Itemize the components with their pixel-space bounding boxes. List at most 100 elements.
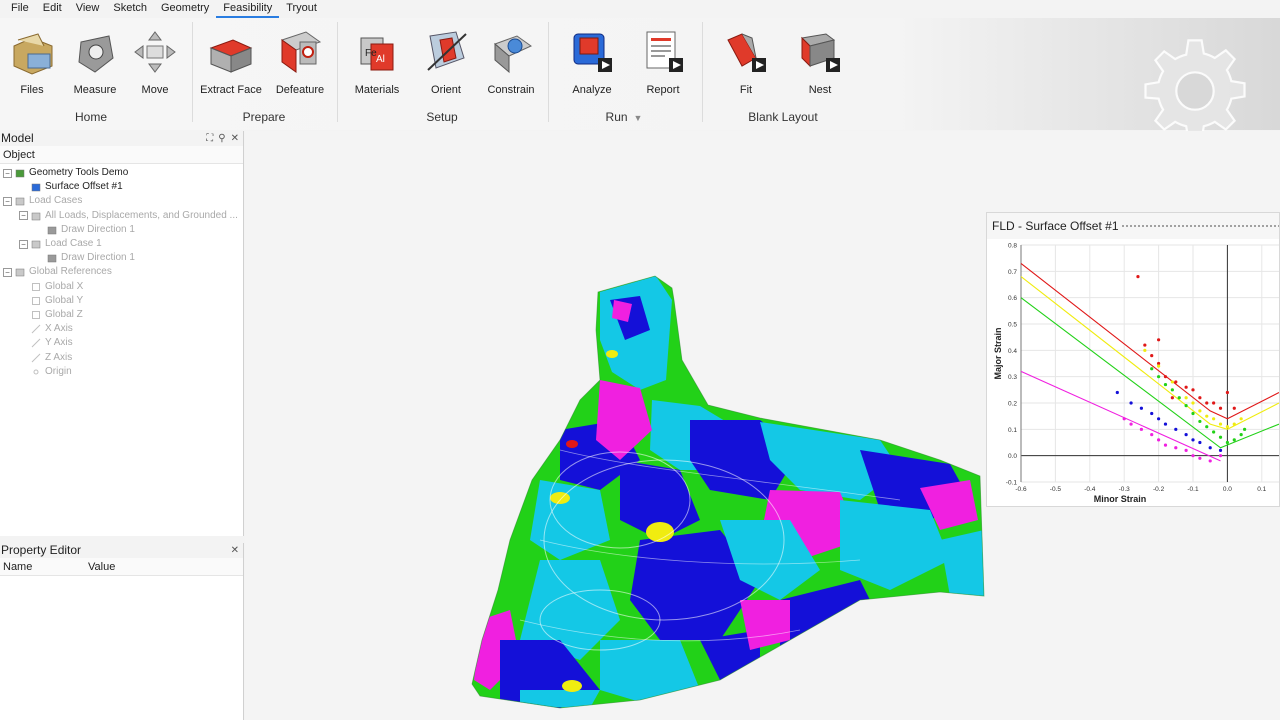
y-tick-label: 0.1: [1008, 427, 1017, 434]
collapse-toggle[interactable]: −: [19, 211, 28, 221]
constrain-tool-button[interactable]: Constrain: [476, 28, 546, 96]
files-tool-button[interactable]: Files: [0, 28, 67, 96]
tool-label: Defeature: [275, 84, 325, 96]
folder-icon: [8, 28, 56, 76]
tree-item[interactable]: Origin: [0, 365, 243, 379]
strain-point: [1225, 440, 1229, 445]
tree-item[interactable]: Global X: [0, 280, 243, 294]
defeature-icon: [276, 28, 324, 76]
strain-point: [1157, 375, 1161, 379]
tree-item[interactable]: − Geometry Tools Demo: [0, 166, 243, 180]
strain-point: [1157, 417, 1161, 421]
tree-item[interactable]: − All Loads, Displacements, and Grounded …: [0, 209, 243, 223]
tool-label: Fit: [739, 84, 753, 96]
tree-item-label: Load Case 1: [45, 238, 102, 250]
strain-point: [1212, 430, 1216, 434]
tree-item-label: Surface Offset #1: [45, 181, 123, 193]
drag-handle[interactable]: [1121, 224, 1279, 229]
tree-item[interactable]: Surface Offset #1: [0, 180, 243, 194]
tool-label: Orient: [431, 84, 461, 96]
forming-limit-line: [1020, 262, 1280, 420]
strain-point: [1205, 414, 1209, 418]
close-icon[interactable]: ✕: [231, 543, 239, 558]
strain-point: [1136, 275, 1140, 279]
strain-point: [1232, 438, 1236, 442]
move-tool-button[interactable]: Move: [120, 28, 190, 96]
tree-item[interactable]: − Global References: [0, 265, 243, 279]
binoculars-icon[interactable]: ⛶: [206, 131, 213, 146]
x-tick-label: 0.0: [1223, 486, 1232, 493]
object-column-header[interactable]: Object: [0, 146, 243, 164]
tree-item[interactable]: Global Z: [0, 308, 243, 322]
strain-point: [1184, 385, 1188, 389]
y-tick-label: 0.0: [1008, 453, 1017, 460]
fit-tool-button[interactable]: Fit: [711, 28, 781, 96]
menu-edit[interactable]: Edit: [36, 0, 69, 18]
strain-point: [1198, 440, 1202, 445]
x-tick-label: -0.3: [1119, 486, 1131, 493]
tree-item[interactable]: − Load Case 1: [0, 237, 243, 251]
nest-tool-button[interactable]: Nest: [785, 28, 855, 96]
tree-item[interactable]: − Load Cases: [0, 194, 243, 208]
ribbon: Files Measure Move Extract Face Defeature Fe A…: [0, 18, 1280, 141]
y-axis-label: Major Strain: [993, 327, 1003, 379]
tool-label: Materials: [354, 84, 400, 96]
y-tick-label: 0.8: [1008, 243, 1017, 250]
collapse-toggle[interactable]: −: [3, 168, 12, 178]
tree-item[interactable]: X Axis: [0, 322, 243, 336]
folder-icon: [15, 267, 25, 277]
analyze-icon: [568, 28, 616, 76]
x-tick-label: -0.1: [1187, 486, 1199, 493]
tree-item-label: All Loads, Displacements, and Grounded .…: [45, 209, 238, 221]
strain-point: [1174, 427, 1178, 431]
strain-point: [1218, 435, 1223, 439]
fld-title-bar[interactable]: FLD - Surface Offset #1: [987, 213, 1279, 239]
menu-tryout[interactable]: Tryout: [279, 0, 324, 18]
materials-tool-button[interactable]: Fe Al Materials: [342, 28, 412, 96]
menu-sketch[interactable]: Sketch: [106, 0, 154, 18]
menu-geometry[interactable]: Geometry: [154, 0, 216, 18]
ribbon-separator: [192, 22, 193, 122]
collapse-toggle[interactable]: −: [3, 267, 12, 277]
tree-item-label: Global X: [45, 280, 84, 292]
value-column-header[interactable]: Value: [85, 558, 115, 575]
menu-view[interactable]: View: [69, 0, 107, 18]
search-icon[interactable]: ⚲: [218, 131, 225, 146]
strain-point: [1191, 454, 1195, 458]
tree-item[interactable]: Z Axis: [0, 350, 243, 364]
constrain-icon: [487, 28, 535, 76]
assembly-icon: [15, 168, 25, 178]
tree-item[interactable]: Draw Direction 1: [0, 223, 243, 237]
tree-item[interactable]: Global Y: [0, 294, 243, 308]
strain-point: [1212, 401, 1216, 405]
menu-file[interactable]: File: [4, 0, 36, 18]
gear-icon[interactable]: [1140, 36, 1250, 146]
collapse-toggle[interactable]: −: [19, 239, 28, 249]
collapse-toggle[interactable]: −: [3, 196, 12, 206]
report-tool-button[interactable]: Report: [628, 28, 698, 96]
fld-plot: -0.6 -0.5 -0.4 -0.3 -0.2 -0.1 0.0 0.1 0.8 0.7 0.6 0…: [993, 243, 1280, 504]
orient-icon: [422, 28, 470, 76]
menu-feasibility[interactable]: Feasibility: [216, 0, 280, 18]
strain-point: [1170, 396, 1174, 400]
strain-point: [1143, 348, 1147, 352]
origin-icon: [31, 367, 41, 377]
group-run-label[interactable]: Run ▼: [606, 110, 643, 124]
tree-item[interactable]: Y Axis: [0, 336, 243, 350]
defeature-tool-button[interactable]: Defeature: [265, 28, 335, 96]
tool-label: Analyze: [572, 84, 612, 96]
analyze-tool-button[interactable]: Analyze: [557, 28, 627, 96]
strain-point: [1129, 422, 1133, 426]
strain-point: [1198, 419, 1202, 424]
strain-point: [1218, 448, 1223, 452]
close-icon[interactable]: ✕: [231, 131, 239, 146]
group-run-text: Run: [605, 110, 628, 124]
y-tick-label: 0.6: [1008, 295, 1017, 302]
tree-item[interactable]: Draw Direction 1: [0, 251, 243, 265]
fld-chart-window[interactable]: FLD - Surface Offset #1 -0.6 -0.5 -0.4 -0.3…: [986, 212, 1280, 507]
extract-face-tool-button[interactable]: Extract Face: [196, 28, 266, 96]
model-panel: Model ⛶ ⚲ ✕ Object − Geometry Tools Demo S…: [0, 131, 244, 536]
orient-tool-button[interactable]: Orient: [411, 28, 481, 96]
strain-point: [1170, 388, 1174, 392]
name-column-header[interactable]: Name: [0, 558, 85, 575]
